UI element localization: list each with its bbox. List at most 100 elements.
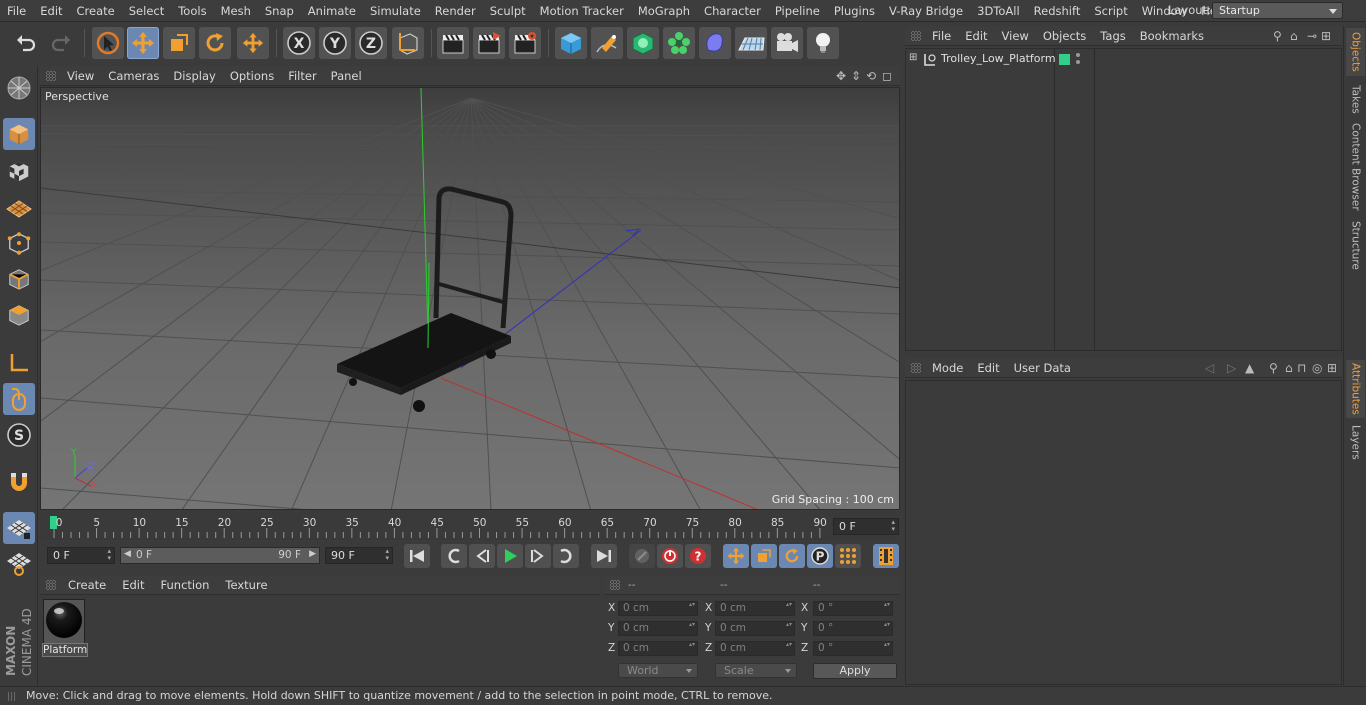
pointer-icon[interactable]: ▲ bbox=[1245, 361, 1254, 375]
goto-previous-frame-button[interactable] bbox=[469, 544, 495, 568]
objects-menu-tags[interactable]: Tags bbox=[1093, 29, 1132, 43]
menu-redshift[interactable]: Redshift bbox=[1027, 0, 1088, 22]
material-name-label[interactable]: Platform bbox=[42, 643, 88, 657]
goto-previous-key-button[interactable] bbox=[441, 544, 467, 568]
texture-mode-button[interactable] bbox=[3, 155, 35, 187]
rot-z-field[interactable]: 0 ° bbox=[813, 641, 893, 656]
material-menu-create[interactable]: Create bbox=[60, 578, 114, 592]
tab-attributes[interactable]: Attributes bbox=[1346, 360, 1365, 418]
add-cloner-button[interactable] bbox=[663, 27, 695, 59]
add-subdivision-button[interactable] bbox=[627, 27, 659, 59]
menu-mesh[interactable]: Mesh bbox=[214, 0, 258, 22]
render-settings-button[interactable] bbox=[509, 27, 541, 59]
pos-z-field[interactable]: 0 cm bbox=[618, 641, 698, 656]
objects-menu-objects[interactable]: Objects bbox=[1036, 29, 1093, 43]
range-right-arrow-icon[interactable]: ▶ bbox=[309, 549, 316, 559]
viewport-dolly-icon[interactable]: ⇕ bbox=[851, 69, 861, 83]
viewport-menu-filter[interactable]: Filter bbox=[281, 69, 323, 83]
menu-sculpt[interactable]: Sculpt bbox=[483, 0, 533, 22]
menu-snap[interactable]: Snap bbox=[258, 0, 301, 22]
lock-icon[interactable]: ⊓ bbox=[1297, 361, 1306, 375]
menu-mograph[interactable]: MoGraph bbox=[631, 0, 697, 22]
polygons-mode-button[interactable] bbox=[3, 299, 35, 331]
objects-menu-bookmarks[interactable]: Bookmarks bbox=[1133, 29, 1211, 43]
move-tool-button[interactable] bbox=[127, 27, 159, 59]
menu-tools[interactable]: Tools bbox=[171, 0, 213, 22]
target-icon[interactable]: ◎ bbox=[1312, 361, 1322, 375]
menu-select[interactable]: Select bbox=[122, 0, 171, 22]
add-spline-pen-button[interactable] bbox=[591, 27, 623, 59]
make-editable-button[interactable] bbox=[3, 72, 35, 104]
key-rotation-button[interactable] bbox=[779, 544, 805, 568]
current-frame-field[interactable]: 0 F ▴ ▾ bbox=[833, 518, 899, 535]
coordinate-mode-select[interactable]: World bbox=[618, 663, 698, 678]
live-selection-button[interactable] bbox=[92, 27, 124, 59]
viewport-menu-view[interactable]: View bbox=[60, 69, 101, 83]
size-z-field[interactable]: 0 cm bbox=[715, 641, 795, 656]
panel-grip-icon[interactable] bbox=[610, 579, 620, 590]
layer-color-tag[interactable] bbox=[1059, 54, 1070, 65]
material-thumbnail[interactable] bbox=[43, 599, 85, 645]
render-visibility-dot[interactable] bbox=[1076, 60, 1080, 64]
x-axis-lock-button[interactable]: X bbox=[283, 27, 315, 59]
model-mode-button[interactable] bbox=[3, 118, 35, 150]
redo-button[interactable] bbox=[45, 27, 77, 59]
material-menu-function[interactable]: Function bbox=[153, 578, 218, 592]
menu-vray-bridge[interactable]: V-Ray Bridge bbox=[882, 0, 970, 22]
perspective-viewport[interactable]: Y X Z Perspective Grid Spacing : 100 cm bbox=[40, 87, 900, 510]
add-deformer-button[interactable] bbox=[699, 27, 731, 59]
apply-button[interactable]: Apply bbox=[813, 663, 897, 679]
menu-pipeline[interactable]: Pipeline bbox=[768, 0, 827, 22]
menu-plugins[interactable]: Plugins bbox=[827, 0, 882, 22]
history-icon[interactable]: ⌂ bbox=[1285, 361, 1293, 375]
timeline-window-button[interactable] bbox=[873, 544, 899, 568]
goto-next-frame-button[interactable] bbox=[525, 544, 551, 568]
objects-menu-file[interactable]: File bbox=[925, 29, 958, 43]
edges-mode-button[interactable] bbox=[3, 263, 35, 295]
key-point-level-button[interactable] bbox=[835, 544, 861, 568]
rot-x-field[interactable]: 0 ° bbox=[813, 601, 893, 616]
play-forward-button[interactable] bbox=[497, 544, 523, 568]
points-mode-button[interactable] bbox=[3, 227, 35, 259]
render-view-button[interactable] bbox=[437, 27, 469, 59]
rotate-tool-button[interactable] bbox=[199, 27, 231, 59]
goto-end-button[interactable] bbox=[591, 544, 617, 568]
attributes-menu-mode[interactable]: Mode bbox=[925, 361, 970, 375]
material-menu-texture[interactable]: Texture bbox=[217, 578, 275, 592]
coordinate-system-button[interactable] bbox=[392, 27, 424, 59]
solo-mode-button[interactable]: S bbox=[3, 419, 35, 451]
menu-file[interactable]: File bbox=[0, 0, 33, 22]
tab-content-browser[interactable]: Content Browser bbox=[1346, 122, 1365, 212]
back-arrow-icon[interactable]: ◁ bbox=[1205, 361, 1214, 375]
menu-motion-tracker[interactable]: Motion Tracker bbox=[533, 0, 631, 22]
key-parameter-button[interactable]: P bbox=[807, 544, 833, 568]
menu-3dtoall[interactable]: 3DToAll bbox=[970, 0, 1027, 22]
viewport-camera-label[interactable]: Perspective bbox=[45, 90, 109, 103]
attributes-menu-user-data[interactable]: User Data bbox=[1007, 361, 1078, 375]
editor-visibility-dot[interactable] bbox=[1076, 53, 1080, 57]
objects-menu-view[interactable]: View bbox=[995, 29, 1036, 43]
menu-character[interactable]: Character bbox=[697, 0, 768, 22]
undo-button[interactable] bbox=[10, 27, 42, 59]
back-icon[interactable]: ⊸ bbox=[1307, 29, 1317, 43]
panel-grip-icon[interactable] bbox=[46, 579, 56, 590]
search-icon[interactable]: ⚲ bbox=[1273, 29, 1282, 43]
add-floor-button[interactable] bbox=[735, 27, 767, 59]
viewport-move-icon[interactable]: ✥ bbox=[836, 69, 846, 83]
tab-layers[interactable]: Layers bbox=[1346, 422, 1365, 462]
search-icon[interactable]: ⚲ bbox=[1269, 361, 1278, 375]
viewport-menu-panel[interactable]: Panel bbox=[324, 69, 369, 83]
add-camera-button[interactable] bbox=[771, 27, 803, 59]
new-panel-icon[interactable]: ⊞ bbox=[1327, 361, 1337, 375]
object-name-label[interactable]: Trolley_Low_Platform bbox=[941, 52, 1056, 65]
workplane-lock-button[interactable] bbox=[3, 512, 35, 544]
tab-takes[interactable]: Takes bbox=[1346, 80, 1365, 118]
recent-tool-button[interactable] bbox=[237, 27, 269, 59]
record-active-objects-button[interactable] bbox=[629, 544, 655, 568]
panel-grip-icon[interactable] bbox=[911, 362, 921, 373]
goto-start-button[interactable] bbox=[404, 544, 430, 568]
panel-grip-icon[interactable] bbox=[46, 70, 56, 81]
range-left-arrow-icon[interactable]: ◀ bbox=[124, 549, 131, 559]
attributes-menu-edit[interactable]: Edit bbox=[970, 361, 1006, 375]
z-axis-lock-button[interactable]: Z bbox=[355, 27, 387, 59]
